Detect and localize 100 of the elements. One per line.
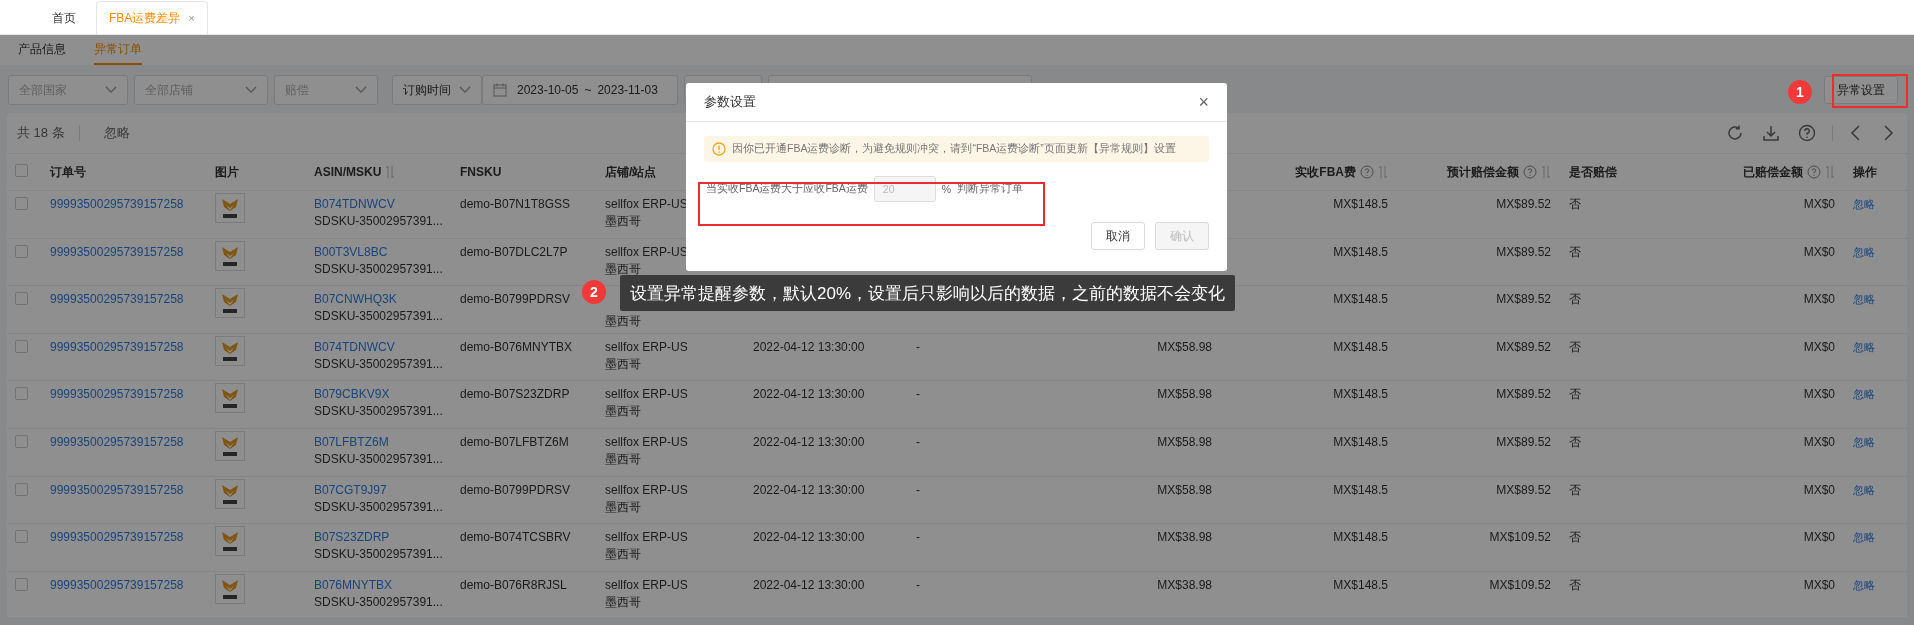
help-icon[interactable] (1798, 124, 1816, 142)
fnsku-text: demo-B07S23ZDRP (460, 387, 570, 402)
asin-link[interactable]: B074TDNWCV (314, 197, 395, 212)
sort-icon[interactable] (385, 165, 396, 179)
order-link[interactable]: 99993500295739157258 (50, 244, 184, 259)
order-link[interactable]: 99993500295739157258 (50, 387, 184, 402)
compensated-text: 否 (1569, 482, 1581, 497)
shop-name: sellfox ERP-US (605, 530, 688, 546)
date-range-field[interactable]: 2023-10-05 ~ 2023-11-03 (482, 75, 678, 105)
row-checkbox[interactable] (15, 197, 28, 210)
row-checkbox[interactable] (15, 577, 28, 591)
asin-link[interactable]: B07S23ZDRP (314, 530, 390, 546)
order-link[interactable]: 99993500295739157258 (50, 434, 184, 449)
msku-text: SDSKU-35002957391... (314, 451, 443, 467)
sort-icon[interactable] (1378, 165, 1388, 179)
order-link[interactable]: 99993500295739157258 (50, 577, 184, 592)
msku-text: SDSKU-35002957391... (314, 594, 443, 610)
order-link[interactable]: 99993500295739157258 (50, 530, 184, 545)
page-tab[interactable]: 首页 (40, 2, 88, 34)
calendar-icon (493, 83, 507, 97)
order-link[interactable]: 99993500295739157258 (50, 197, 184, 211)
column-header: 实收FBA费 (1295, 163, 1356, 181)
filter-select[interactable]: 订购时间 (392, 75, 482, 105)
compensated-text: 否 (1569, 530, 1581, 545)
empty-value: - (916, 482, 920, 497)
asin-link[interactable]: B074TDNWCV (314, 339, 395, 355)
empty-value: - (916, 530, 920, 545)
download-icon[interactable] (1762, 124, 1780, 142)
msku-text: SDSKU-35002957391... (314, 356, 443, 372)
help-icon[interactable] (1523, 165, 1537, 179)
refresh-icon[interactable] (1726, 124, 1744, 142)
asin-link[interactable]: B076MNYTBX (314, 577, 393, 593)
column-header: 图片 (215, 163, 239, 181)
fee-amount: MX$38.98 (1157, 577, 1212, 592)
close-icon[interactable]: × (1198, 91, 1209, 113)
dialog-button[interactable]: 取消 (1091, 222, 1145, 250)
row-checkbox[interactable] (15, 387, 28, 401)
row-checkbox[interactable] (15, 482, 28, 496)
fee-amount: MX$58.98 (1157, 387, 1212, 402)
chevron-down-icon (355, 86, 367, 94)
asin-link[interactable]: B07LFBTZ6M (314, 434, 389, 450)
paid-amount: MX$0 (1803, 577, 1835, 592)
ignore-link[interactable]: 忽略 (1853, 340, 1875, 353)
asin-link[interactable]: B00T3VL8BC (314, 244, 388, 260)
paid-amount: MX$0 (1803, 530, 1835, 545)
fee-amount: MX$148.5 (1333, 530, 1388, 545)
ignore-link[interactable]: 忽略 (1853, 198, 1875, 210)
chevron-left-icon[interactable] (1849, 124, 1863, 142)
ignore-link[interactable]: 忽略 (1853, 435, 1875, 448)
site-name: 墨西哥 (605, 261, 641, 277)
estimate-amount: MX$89.52 (1496, 387, 1551, 402)
page-tab[interactable]: FBA运费差异 × (96, 1, 208, 34)
row-checkbox[interactable] (15, 530, 28, 544)
ignore-link[interactable]: 忽略 (1853, 245, 1875, 258)
compensated-text: 否 (1569, 197, 1581, 211)
row-checkbox[interactable] (15, 339, 28, 353)
help-icon[interactable] (1807, 165, 1821, 179)
fee-amount: MX$58.98 (1157, 482, 1212, 497)
row-checkbox[interactable] (15, 434, 28, 448)
chevron-right-icon[interactable] (1881, 124, 1895, 142)
asin-link[interactable]: B07CGT9J97 (314, 482, 387, 498)
msku-text: SDSKU-35002957391... (314, 214, 443, 229)
paid-amount: MX$0 (1803, 197, 1835, 211)
row-checkbox[interactable] (15, 244, 28, 258)
sort-icon[interactable] (1541, 165, 1551, 179)
msku-text: SDSKU-35002957391... (314, 499, 443, 515)
order-link[interactable]: 99993500295739157258 (50, 292, 184, 307)
shop-name: sellfox ERP-US (605, 387, 688, 403)
ignore-link[interactable]: 忽略 (1853, 388, 1875, 401)
asin-link[interactable]: B07CNWHQ3K (314, 292, 397, 308)
compensated-text: 否 (1569, 292, 1581, 307)
fee-amount: MX$38.98 (1157, 530, 1212, 545)
estimate-amount: MX$89.52 (1496, 244, 1551, 259)
select-all-checkbox[interactable] (15, 164, 28, 177)
row-checkbox[interactable] (15, 292, 28, 306)
compensated-text: 否 (1569, 387, 1581, 402)
estimate-amount: MX$109.52 (1489, 530, 1551, 545)
column-header: 已赔偿金额 (1743, 163, 1803, 181)
sub-tab[interactable]: 异常订单 (94, 35, 142, 65)
compensated-text: 否 (1569, 434, 1581, 449)
help-icon[interactable] (1360, 165, 1374, 179)
sub-tab[interactable]: 产品信息 (18, 35, 66, 65)
settings-button[interactable]: 异常设置 (1824, 76, 1898, 104)
ignore-button[interactable]: 忽略 (103, 124, 130, 142)
ignore-link[interactable]: 忽略 (1853, 483, 1875, 496)
compensated-text: 否 (1569, 577, 1581, 592)
ignore-link[interactable]: 忽略 (1853, 293, 1875, 306)
ignore-link[interactable]: 忽略 (1853, 531, 1875, 544)
close-icon[interactable]: × (188, 2, 195, 34)
order-link[interactable]: 99993500295739157258 (50, 482, 184, 497)
empty-value: - (916, 434, 920, 449)
compensated-text: 否 (1569, 244, 1581, 259)
ignore-link[interactable]: 忽略 (1853, 578, 1875, 591)
order-link[interactable]: 99993500295739157258 (50, 339, 184, 354)
fee-amount: MX$148.5 (1333, 339, 1388, 354)
sort-icon[interactable] (1825, 165, 1835, 179)
fnsku-text: demo-B076MNYTBX (460, 339, 573, 354)
fee-amount: MX$148.5 (1333, 387, 1388, 402)
asin-link[interactable]: B079CBKV9X (314, 387, 390, 403)
shop-name: sellfox ERP-US (605, 577, 688, 593)
